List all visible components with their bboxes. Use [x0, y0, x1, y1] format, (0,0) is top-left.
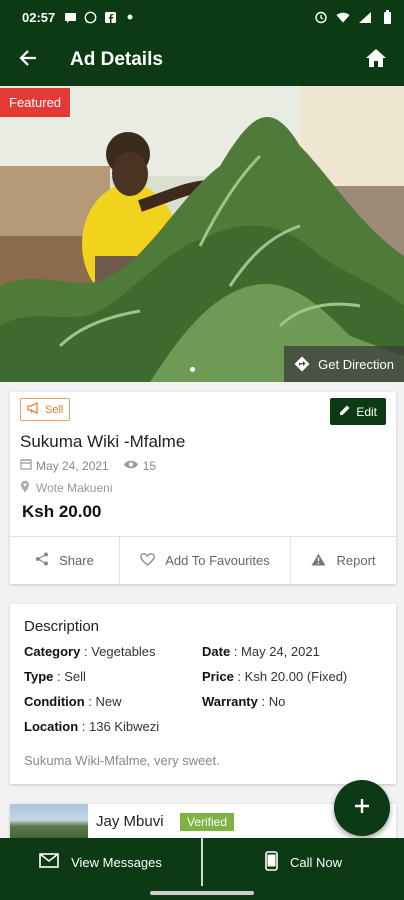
calendar-icon: [20, 458, 32, 473]
page-title: Ad Details: [70, 49, 163, 70]
battery-icon: [380, 10, 394, 24]
warning-icon: [311, 553, 326, 569]
arrow-back-icon: [18, 48, 38, 73]
share-label: Share: [59, 553, 94, 568]
message-icon: [63, 10, 77, 24]
share-icon: [35, 552, 49, 569]
location-field: Location : 136 Kibwezi: [24, 719, 160, 734]
directions-icon: [294, 356, 310, 372]
view-messages-label: View Messages: [71, 854, 162, 870]
ad-actions: Share Add To Favourites Report: [10, 536, 396, 584]
megaphone-icon: [27, 402, 41, 417]
gesture-bar: [0, 886, 404, 900]
whatsapp-icon: [83, 10, 97, 24]
ad-date: May 24, 2021: [36, 458, 109, 473]
ad-title: Sukuma Wiki -Mfalme: [20, 432, 186, 451]
edit-label: Edit: [356, 404, 377, 419]
get-direction-button[interactable]: Get Direction: [284, 346, 404, 382]
ad-location-text: Wote Makueni: [36, 481, 113, 495]
wifi-icon: [336, 10, 350, 24]
home-icon: [365, 48, 387, 73]
carousel-indicator: [190, 367, 195, 372]
location-pin-icon: [20, 480, 30, 496]
phone-icon: [265, 850, 278, 874]
favourites-label: Add To Favourites: [165, 553, 270, 568]
ad-type-chip: Sell: [20, 398, 71, 421]
add-to-favourites-button[interactable]: Add To Favourites: [120, 537, 291, 584]
ad-meta: May 24, 2021 15: [20, 458, 156, 473]
ad-price: Ksh 20.00: [22, 502, 102, 521]
heart-icon: [140, 552, 156, 569]
condition-field: Condition : New: [24, 694, 122, 709]
type-field: Type : Sell: [24, 669, 86, 684]
mail-icon: [39, 853, 59, 871]
status-bar: 02:57: [0, 0, 404, 34]
edit-button[interactable]: Edit: [330, 398, 386, 425]
date-field: Date : May 24, 2021: [202, 644, 320, 659]
get-direction-label: Get Direction: [318, 356, 394, 372]
share-button[interactable]: Share: [10, 537, 120, 584]
app-bar: Ad Details: [0, 34, 404, 86]
description-heading: Description: [24, 618, 100, 635]
category-field: Category : Vegetables: [24, 644, 156, 659]
description-text: Sukuma Wiki-Mfalme, very sweet.: [24, 753, 220, 768]
price-field: Price : Ksh 20.00 (Fixed): [202, 669, 348, 684]
ad-location: Wote Makueni: [20, 480, 112, 496]
call-now-label: Call Now: [289, 854, 342, 870]
facebook-icon: [103, 10, 117, 24]
add-fab-button[interactable]: [334, 780, 390, 836]
ad-info-card: Sell Edit Sukuma Wiki -Mfalme May 24, 20…: [10, 392, 396, 584]
description-details: Category : Vegetables Date : May 24, 202…: [24, 644, 384, 744]
call-now-button[interactable]: Call Now: [203, 838, 404, 886]
notification-dot-icon: [123, 10, 137, 24]
verified-badge: Verified: [180, 813, 235, 831]
status-time: 02:57: [22, 9, 56, 25]
ad-type-label: Sell: [45, 403, 64, 416]
home-indicator[interactable]: [150, 891, 254, 895]
report-label: Report: [336, 553, 376, 568]
featured-badge: Featured: [0, 88, 71, 117]
ad-photo: [0, 86, 404, 382]
eye-icon: [123, 459, 139, 473]
ad-image-carousel[interactable]: Featured Get Direction: [0, 86, 404, 382]
description-card: Description Category : Vegetables Date :…: [10, 604, 396, 784]
view-messages-button[interactable]: View Messages: [0, 838, 201, 886]
report-button[interactable]: Report: [291, 537, 396, 584]
pencil-icon: [339, 404, 351, 419]
home-button[interactable]: [348, 34, 404, 86]
signal-icon: [358, 10, 372, 24]
view-count: 15: [142, 458, 157, 473]
bottom-action-bar: View Messages Call Now: [0, 838, 404, 886]
plus-icon: [353, 797, 371, 820]
seller-name: Jay Mbuvi: [96, 813, 164, 830]
alarm-icon: [314, 10, 328, 24]
back-button[interactable]: [0, 34, 56, 86]
warranty-field: Warranty : No: [202, 694, 286, 709]
